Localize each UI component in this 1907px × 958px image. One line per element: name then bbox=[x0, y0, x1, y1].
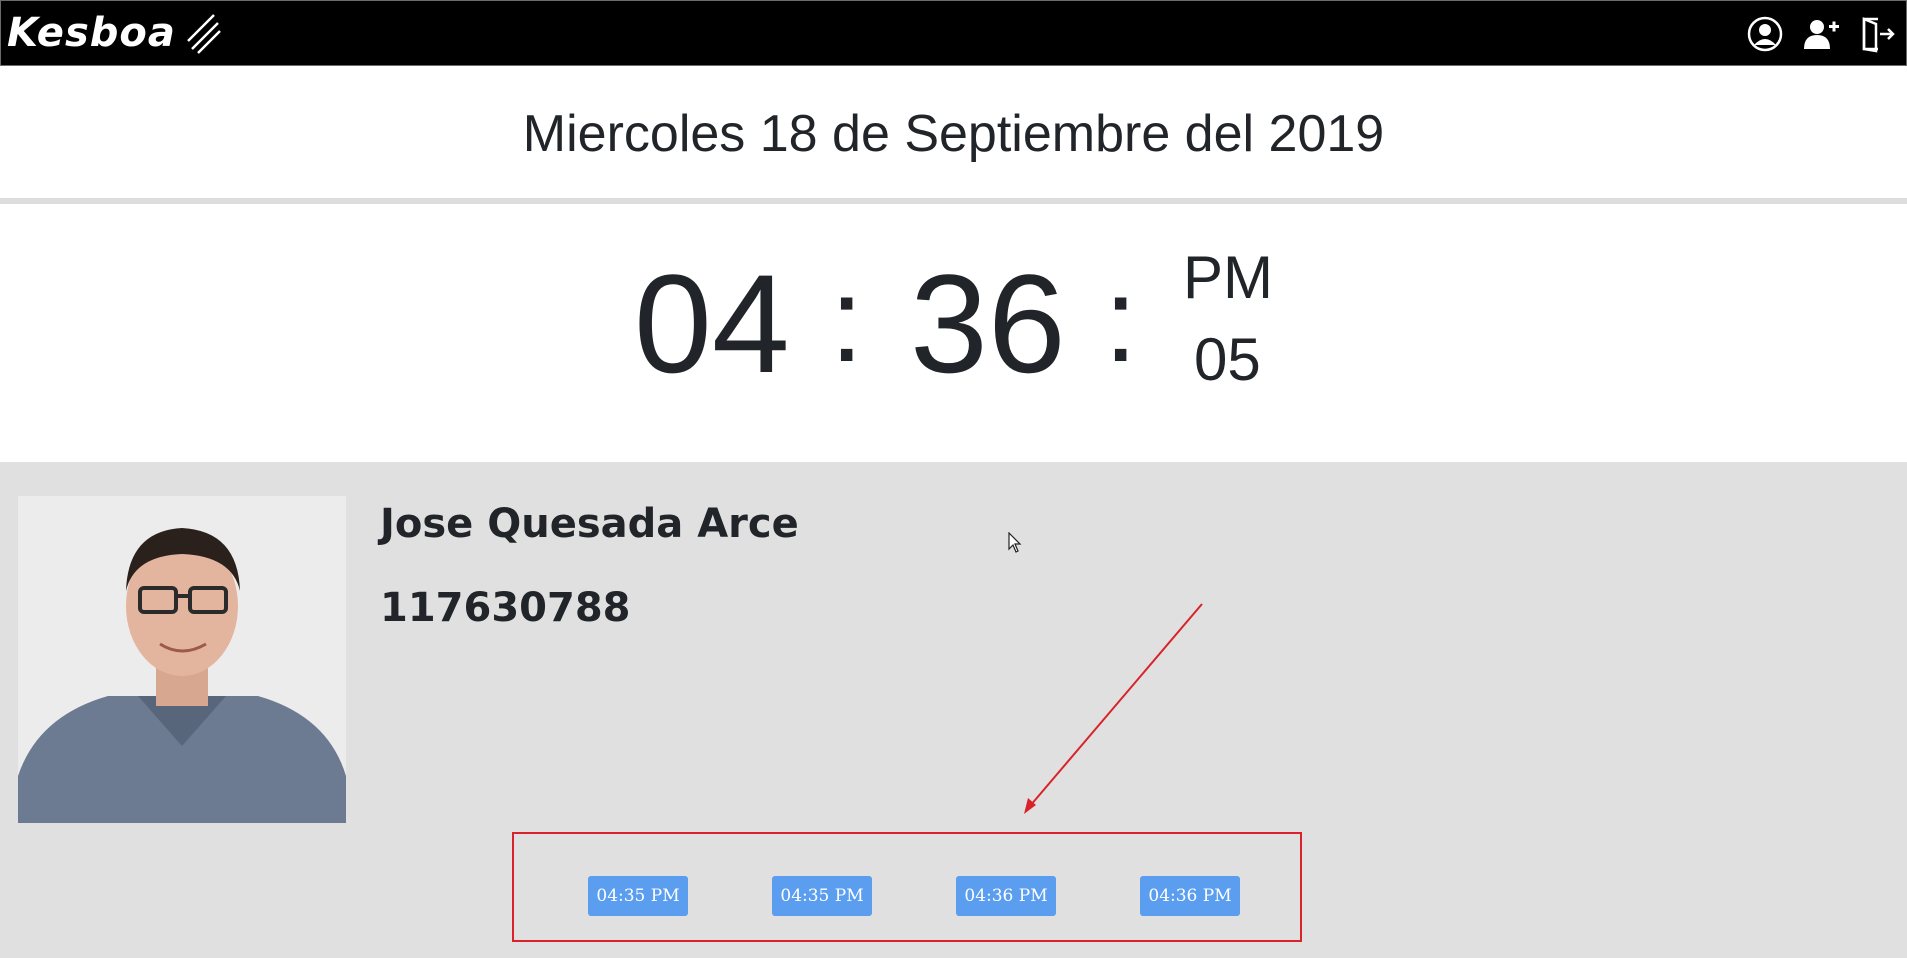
clock-separator: : bbox=[1104, 253, 1138, 387]
clock-minutes: 36 bbox=[910, 245, 1066, 402]
employee-name: Jose Quesada Arce bbox=[380, 501, 799, 547]
clock-separator: : bbox=[830, 253, 864, 387]
employee-photo bbox=[18, 496, 346, 823]
user-add-icon[interactable] bbox=[1802, 15, 1840, 53]
punch-time-button[interactable]: 04:35 PM bbox=[588, 876, 688, 916]
punch-time-button[interactable]: 04:35 PM bbox=[772, 876, 872, 916]
current-date: Miercoles 18 de Septiembre del 2019 bbox=[522, 105, 1385, 163]
clock-hours: 04 bbox=[634, 245, 790, 402]
date-header: Miercoles 18 de Septiembre del 2019 bbox=[0, 66, 1907, 198]
clock-seconds: 05 bbox=[1194, 326, 1261, 393]
mouse-cursor-icon bbox=[1008, 532, 1022, 553]
punch-time-button[interactable]: 04:36 PM bbox=[956, 876, 1056, 916]
brand-logo[interactable]: Kesboa bbox=[7, 9, 222, 57]
clock-panel: 04 : 36 : PM 05 bbox=[0, 204, 1907, 462]
slash-logo-icon bbox=[186, 14, 221, 54]
sign-out-icon[interactable] bbox=[1858, 15, 1896, 53]
brand-name: Kesboa bbox=[7, 10, 176, 56]
top-navbar: Kesboa bbox=[0, 0, 1907, 66]
employee-id: 117630788 bbox=[380, 585, 631, 631]
punch-time-button[interactable]: 04:36 PM bbox=[1140, 876, 1240, 916]
clock-ampm: PM bbox=[1183, 244, 1273, 311]
user-circle-icon[interactable] bbox=[1746, 15, 1784, 53]
